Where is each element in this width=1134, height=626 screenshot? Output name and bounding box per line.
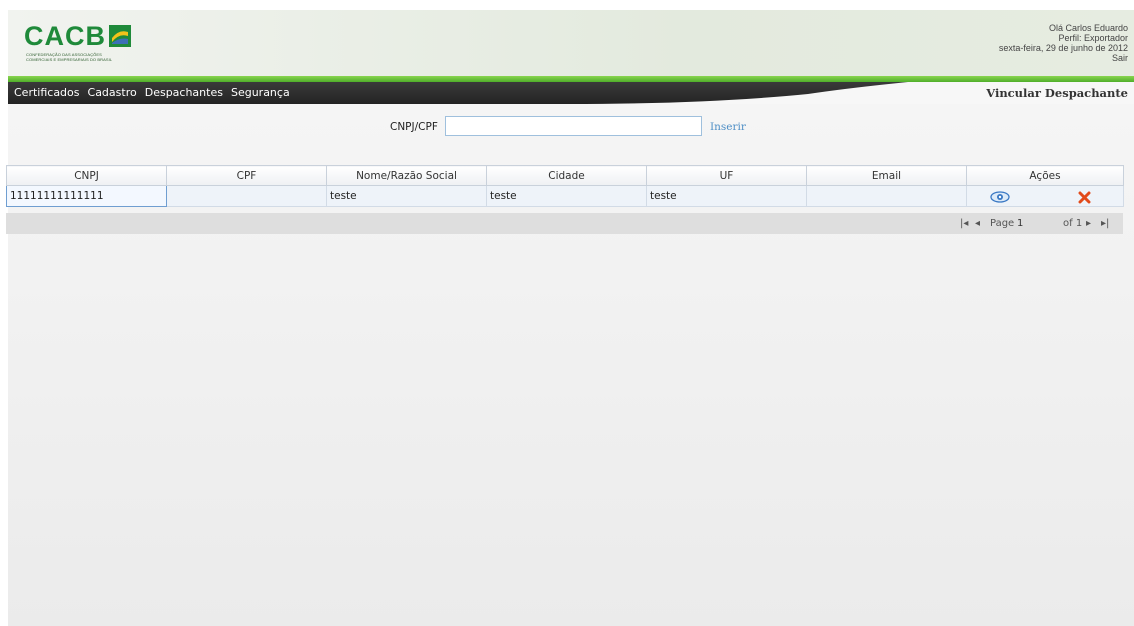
column-header-cpf[interactable]: CPF	[166, 165, 327, 186]
nav-item-cadastro[interactable]: Cadastro	[84, 82, 141, 104]
header: CACB CONFEDERAÇÃO DAS ASSOCIAÇÕES COMERC…	[8, 10, 1134, 76]
column-header-cidade[interactable]: Cidade	[486, 165, 647, 186]
column-header-uf[interactable]: UF	[646, 165, 807, 186]
cell-cidade[interactable]: teste	[486, 185, 647, 207]
nav-menu: Certificados Cadastro Despachantes Segur…	[10, 82, 294, 104]
page-title: Vincular Despachante	[986, 86, 1128, 100]
column-header-email[interactable]: Email	[806, 165, 967, 186]
delete-icon[interactable]	[1078, 191, 1091, 204]
grid-pager: |◂ ◂ Page of 1 ▸ ▸|	[6, 213, 1123, 234]
user-profile: Perfil: Exportador	[1058, 33, 1128, 43]
page-label: Page	[990, 218, 1015, 229]
prev-page-icon[interactable]: ◂	[975, 213, 980, 234]
logo-flag-icon	[109, 25, 131, 47]
cell-cpf[interactable]	[166, 185, 327, 207]
column-header-nome[interactable]: Nome/Razão Social	[326, 165, 487, 186]
column-header-cnpj[interactable]: CNPJ	[6, 165, 167, 186]
nav-item-seguranca[interactable]: Segurança	[227, 82, 294, 104]
cell-nome[interactable]: teste	[326, 185, 487, 207]
page-count: of 1	[1063, 218, 1083, 229]
cell-email[interactable]	[806, 185, 967, 207]
user-info: Olá Carlos Eduardo Perfil: Exportador se…	[999, 23, 1128, 63]
cnpj-cpf-input[interactable]	[445, 116, 702, 136]
grid-header-row: CNPJ CPF Nome/Razão Social Cidade UF Ema…	[6, 165, 1124, 186]
insert-link[interactable]: Inserir	[710, 121, 746, 133]
app-frame: CACB CONFEDERAÇÃO DAS ASSOCIAÇÕES COMERC…	[8, 10, 1134, 626]
table-row[interactable]: 11111111111111 teste teste teste	[6, 185, 1124, 207]
search-label: CNPJ/CPF	[390, 121, 438, 133]
page-number-input[interactable]	[1017, 217, 1055, 230]
cacb-logo: CACB CONFEDERAÇÃO DAS ASSOCIAÇÕES COMERC…	[24, 21, 134, 63]
first-page-icon[interactable]: |◂	[960, 213, 968, 234]
column-header-acoes: Ações	[966, 165, 1124, 186]
view-icon[interactable]	[990, 191, 1010, 203]
user-greeting: Olá Carlos Eduardo	[1048, 23, 1128, 33]
next-page-icon[interactable]: ▸	[1086, 213, 1091, 234]
nav-item-certificados[interactable]: Certificados	[10, 82, 84, 104]
logout-link[interactable]: Sair	[999, 53, 1128, 63]
logo-tagline: CONFEDERAÇÃO DAS ASSOCIAÇÕES COMERCIAIS …	[26, 52, 113, 62]
nav-item-despachantes[interactable]: Despachantes	[141, 82, 227, 104]
cell-uf[interactable]: teste	[646, 185, 807, 207]
current-date: sexta-feira, 29 de junho de 2012	[998, 43, 1128, 53]
cell-cnpj[interactable]: 11111111111111	[6, 185, 167, 207]
main-nav: Certificados Cadastro Despachantes Segur…	[8, 82, 1134, 104]
despachantes-grid: CNPJ CPF Nome/Razão Social Cidade UF Ema…	[6, 165, 1124, 207]
last-page-icon[interactable]: ▸|	[1101, 213, 1109, 234]
logo-wordmark: CACB	[24, 21, 106, 51]
